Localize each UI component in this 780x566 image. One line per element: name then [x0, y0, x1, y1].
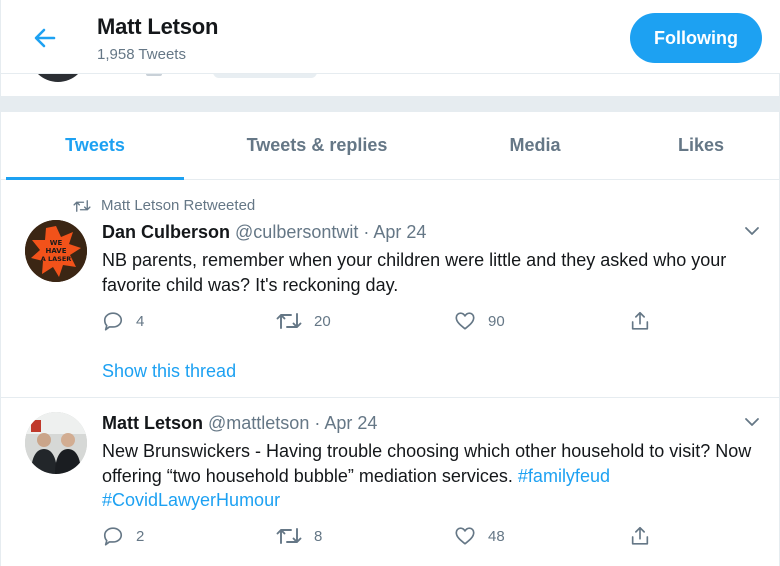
reply-button[interactable]: 2 — [102, 525, 144, 547]
profile-tabs: Tweets Tweets & replies Media Likes — [1, 112, 780, 180]
svg-text:HAVE: HAVE — [46, 247, 67, 255]
like-icon — [455, 312, 475, 330]
back-arrow-icon[interactable] — [29, 22, 61, 54]
author-handle[interactable]: @culbersontwit — [235, 222, 358, 242]
meta-separator: · — [363, 222, 370, 242]
tweet[interactable]: Matt Letson @mattletson · Apr 24 New Bru… — [1, 398, 780, 566]
following-button[interactable]: Following — [630, 13, 762, 63]
tweet-header: Matt Letson @mattletson · Apr 24 — [102, 413, 377, 434]
like-count: 90 — [488, 312, 505, 330]
retweet-count: 8 — [314, 527, 323, 545]
author-handle[interactable]: @mattletson — [208, 413, 309, 433]
header-title: Matt Letson — [97, 14, 219, 39]
like-button[interactable]: 48 — [454, 525, 505, 547]
share-button[interactable] — [629, 310, 663, 332]
tweet-text: NB parents, remember when your children … — [102, 250, 727, 295]
author-name[interactable]: Dan Culberson — [102, 222, 230, 242]
profile-info-sliver — [1, 74, 780, 96]
profile-meta-pill — [213, 74, 317, 78]
tab-tweets-and-replies[interactable]: Tweets & replies — [211, 112, 423, 179]
avatar[interactable] — [25, 412, 87, 474]
retweet-icon — [73, 199, 91, 212]
meta-separator: · — [314, 413, 321, 433]
retweet-icon — [276, 528, 302, 544]
reply-button[interactable]: 4 — [102, 310, 144, 332]
share-icon — [631, 311, 649, 330]
profile-page: Matt Letson 1,958 Tweets Following Tweet… — [0, 0, 780, 566]
hashtag-covidlawyerhumour[interactable]: #CovidLawyerHumour — [102, 490, 280, 510]
like-icon — [455, 527, 475, 545]
tweet-actions: 4 20 90 — [102, 310, 662, 336]
tab-tweets[interactable]: Tweets — [6, 112, 184, 180]
like-count: 48 — [488, 527, 505, 545]
retweet-button[interactable]: 20 — [276, 310, 331, 332]
tweet-header: Dan Culberson @culbersontwit · Apr 24 — [102, 222, 426, 243]
section-divider — [1, 96, 780, 112]
avatar-sticker-text: WE — [50, 239, 63, 247]
chevron-down-icon[interactable] — [743, 413, 761, 431]
tweet-actions: 2 8 48 — [102, 525, 662, 551]
tab-likes[interactable]: Likes — [631, 112, 771, 179]
share-button[interactable] — [629, 525, 663, 547]
tweet-text: New Brunswickers - Having trouble choosi… — [102, 439, 772, 513]
retweeted-by-text: Matt Letson Retweeted — [101, 197, 256, 214]
reply-icon — [103, 527, 123, 546]
profile-meta-fragment — [146, 74, 162, 76]
tweet-date[interactable]: Apr 24 — [324, 413, 377, 433]
svg-text:A LASER: A LASER — [41, 255, 72, 263]
retweet-icon — [276, 313, 302, 329]
reply-icon — [103, 312, 123, 331]
profile-avatar — [29, 74, 87, 82]
hashtag-familyfeud[interactable]: #familyfeud — [518, 466, 610, 486]
tweet-date[interactable]: Apr 24 — [373, 222, 426, 242]
tab-media[interactable]: Media — [465, 112, 605, 179]
reply-count: 4 — [136, 312, 145, 330]
chevron-down-icon[interactable] — [743, 222, 761, 240]
tweet[interactable]: Matt Letson Retweeted WE HAVE A LASER Da… — [1, 180, 780, 398]
retweet-count: 20 — [314, 312, 331, 330]
profile-header: Matt Letson 1,958 Tweets Following — [1, 0, 780, 74]
author-name[interactable]: Matt Letson — [102, 413, 203, 433]
reply-count: 2 — [136, 527, 145, 545]
tweet-body: New Brunswickers - Having trouble choosi… — [102, 441, 752, 486]
retweeted-indicator: Matt Letson Retweeted — [73, 197, 255, 214]
like-button[interactable]: 90 — [454, 310, 505, 332]
share-icon — [631, 526, 649, 545]
avatar[interactable]: WE HAVE A LASER — [25, 220, 87, 282]
retweet-button[interactable]: 8 — [276, 525, 322, 547]
tweet-count: 1,958 Tweets — [97, 46, 186, 63]
show-thread-link[interactable]: Show this thread — [102, 361, 236, 382]
